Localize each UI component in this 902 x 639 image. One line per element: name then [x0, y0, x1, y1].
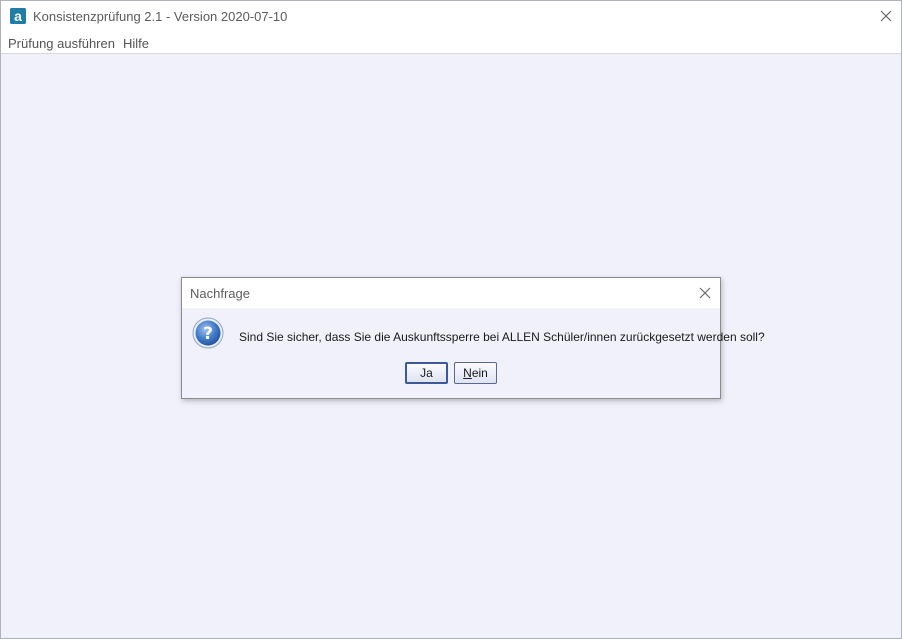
yes-button[interactable]: Ja	[405, 362, 448, 384]
yes-button-label: Ja	[420, 366, 433, 380]
dialog-body: ? Sind Sie sicher, dass Sie die Auskunft…	[182, 308, 765, 398]
dialog-close-button[interactable]	[695, 283, 715, 303]
svg-text:?: ?	[203, 324, 213, 344]
close-icon	[699, 287, 711, 299]
dialog-message: Sind Sie sicher, dass Sie die Auskunftss…	[239, 330, 765, 344]
no-button-label: ein	[471, 366, 488, 380]
confirm-dialog: Nachfrage ? Sind Sie sicher, dass Sie di…	[181, 277, 765, 399]
title-bar: a Konsistenzprüfung 2.1 - Version 2020-0…	[1, 1, 901, 32]
window-close-button[interactable]	[875, 5, 897, 27]
menu-pruefung-ausfuehren[interactable]: Prüfung ausführen	[8, 36, 115, 51]
menu-hilfe[interactable]: Hilfe	[123, 36, 149, 51]
app-logo-letter: a	[14, 8, 22, 24]
window-title: Konsistenzprüfung 2.1 - Version 2020-07-…	[33, 9, 288, 24]
no-button-mnemonic: N	[463, 366, 472, 380]
dialog-title: Nachfrage	[190, 286, 250, 301]
app-logo-icon: a	[10, 8, 26, 24]
menu-bar: Prüfung ausführen Hilfe	[1, 32, 901, 54]
close-icon	[880, 10, 892, 22]
question-icon: ?	[192, 317, 224, 349]
no-button[interactable]: Nein	[454, 362, 497, 384]
